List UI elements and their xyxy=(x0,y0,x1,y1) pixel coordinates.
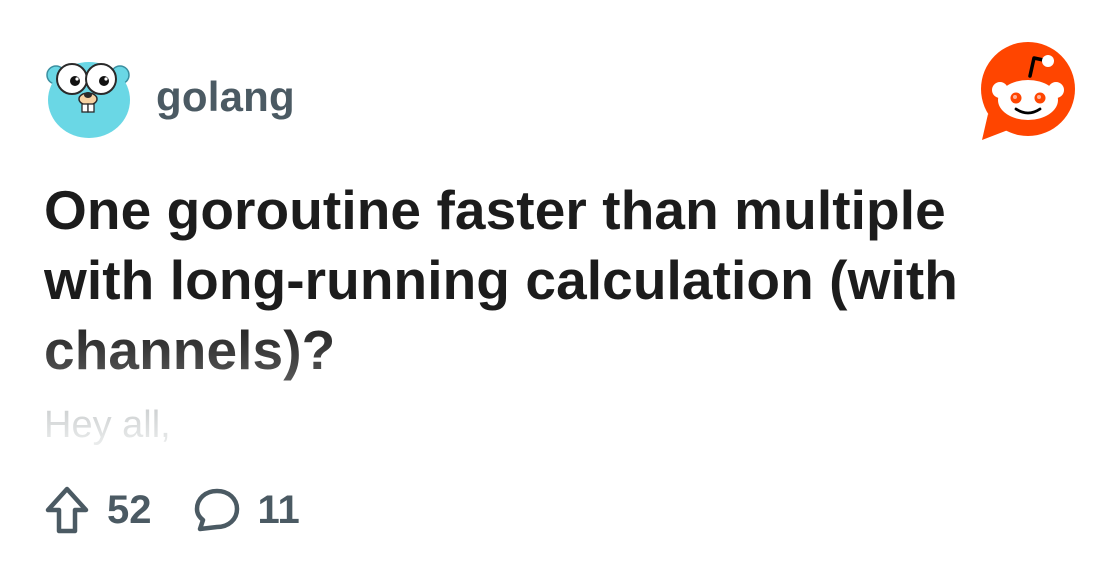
comment-count: 11 xyxy=(257,487,300,532)
upvote-stat[interactable]: 52 xyxy=(44,486,152,534)
post-body-preview: Hey all, xyxy=(44,404,171,446)
comment-stat[interactable]: 11 xyxy=(193,486,300,534)
subreddit-header[interactable]: golang xyxy=(44,57,295,139)
post-share-card: golang One goroutine faster than multipl… xyxy=(0,0,1120,584)
subreddit-name[interactable]: golang xyxy=(156,76,295,118)
post-stats: 52 11 xyxy=(44,484,300,536)
upvote-arrow-icon[interactable] xyxy=(44,486,90,534)
post-title[interactable]: One goroutine faster than multiple with … xyxy=(44,175,1054,385)
gopher-avatar-icon xyxy=(46,62,130,138)
upvote-count: 52 xyxy=(107,487,152,532)
reddit-snoo-logo-icon[interactable] xyxy=(978,42,1078,142)
comment-bubble-icon[interactable] xyxy=(193,486,241,534)
